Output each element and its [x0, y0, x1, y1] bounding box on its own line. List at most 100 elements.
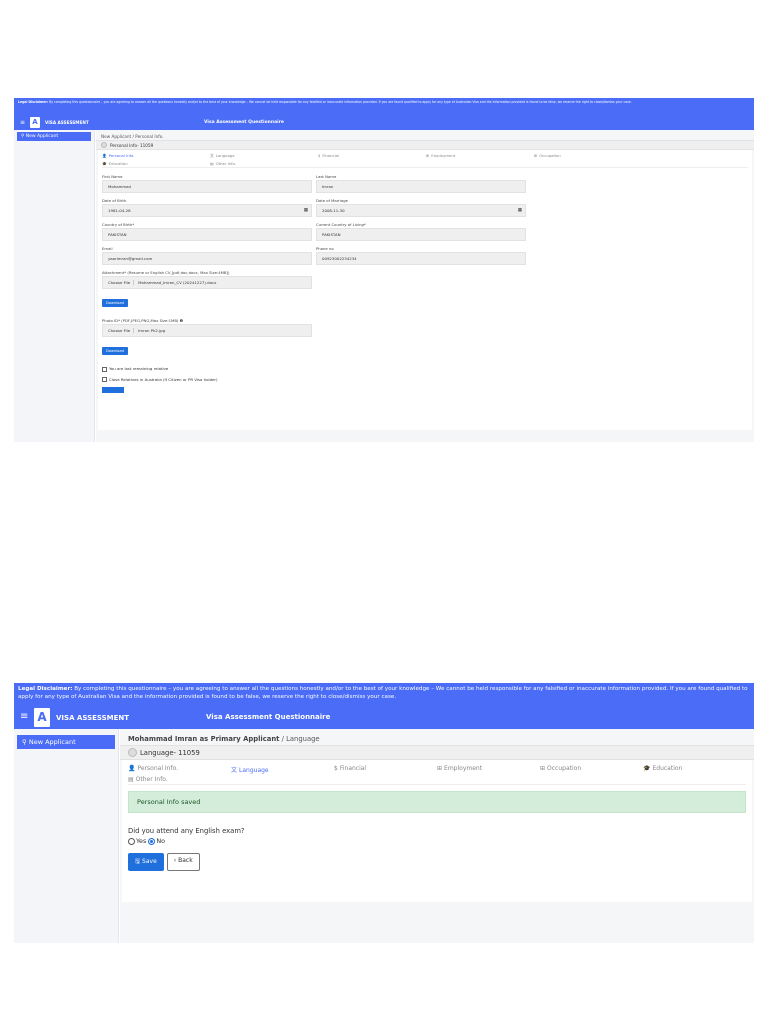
back-label: Back — [178, 857, 193, 864]
tab-education[interactable]: 🎓 Education — [643, 764, 746, 775]
tab-language[interactable]: 文 Language — [210, 152, 318, 160]
tab-other-info[interactable]: ▤ Other Info. — [128, 775, 231, 784]
tab-employment[interactable]: ⊞ Employment — [437, 764, 540, 775]
breadcrumb-root[interactable]: New Applicant — [101, 134, 131, 139]
wizard-tabs: 👤 Personal Info. 文 Language $ Financial ⊞ Emplo… — [102, 152, 748, 168]
personal-info-form: First Name Mohammad Last Name Imran Date of … — [102, 174, 748, 270]
current-country-of-living-input[interactable]: PAKISTAN — [316, 228, 526, 241]
tab-personal-info[interactable]: 👤 Personal Info. — [128, 764, 231, 775]
info-icon[interactable]: ❶ — [180, 318, 183, 323]
menu-icon[interactable]: ≡ — [20, 711, 28, 722]
logo-mark-icon: A — [34, 708, 50, 727]
brand-logo[interactable]: A VISA ASSESSMENT — [34, 708, 129, 727]
attachment-label: Attachment* (Resume or English CV,[pdf,d… — [102, 270, 230, 275]
tab-employment[interactable]: ⊞ Employment — [426, 152, 534, 160]
tab-label: Personal Info. — [137, 765, 179, 772]
screenshot-language: Legal Disclaimer: By completing this que… — [14, 683, 754, 943]
app-title: Visa Assessment Questionnaire — [206, 713, 331, 721]
last-relative-checkbox[interactable]: You are last remaining relative — [102, 366, 748, 372]
english-exam-radio-group: Yes No — [128, 837, 746, 845]
date-of-marriage-label: Date of Marriage — [316, 198, 348, 203]
country-of-birth-label: Country of Birth* — [102, 222, 135, 227]
close-relatives-label: Close Relatives in Australia (If Citizen… — [109, 376, 218, 382]
radio-yes-label[interactable]: Yes — [136, 837, 146, 845]
submit-button-partial[interactable] — [102, 387, 124, 393]
first-name-label: First Name — [102, 174, 123, 179]
tab-financial[interactable]: $ Financial — [318, 152, 426, 160]
tab-label: Financial — [322, 153, 340, 158]
back-button[interactable]: ‹ Back — [166, 853, 200, 871]
tab-label: Language — [215, 153, 235, 158]
tab-financial[interactable]: $ Financial — [334, 764, 437, 775]
calendar-icon[interactable]: ▦ — [518, 205, 522, 216]
attachment-download-button[interactable]: Download — [102, 299, 128, 307]
phone-no-field: Phone no 00923002234234 — [316, 246, 526, 265]
country-of-birth-value: PAKISTAN — [108, 232, 127, 237]
breadcrumb-current: Personal Info. — [135, 134, 164, 139]
date-of-marriage-input[interactable]: 2008-11-30 ▦ — [316, 204, 526, 217]
new-applicant-button[interactable]: ⚲ New Applicant — [17, 132, 91, 141]
last-relative-label: You are last remaining relative — [109, 366, 169, 371]
save-icon: 🖫 — [135, 858, 141, 865]
choose-photo-button[interactable]: Choose File — [105, 328, 135, 333]
translate-icon: 文 — [231, 767, 238, 774]
save-button[interactable]: 🖫 Save — [128, 853, 164, 871]
phone-no-input[interactable]: 00923002234234 — [316, 252, 526, 265]
tab-education[interactable]: 🎓 Education — [102, 160, 210, 167]
tab-label: Employment — [444, 765, 483, 772]
email-input[interactable]: yaarimran@gmail.com — [102, 252, 312, 265]
tab-occupation[interactable]: ⊞ Occupation — [534, 152, 642, 160]
tab-label: Other Info. — [135, 776, 168, 783]
calendar-icon[interactable]: ▦ — [304, 205, 308, 216]
tab-other-info[interactable]: ▤ Other Info. — [210, 160, 318, 167]
user-icon: ⚲ — [21, 134, 25, 139]
new-applicant-label: New Applicant — [25, 134, 59, 139]
phone-no-label: Phone no — [316, 246, 334, 251]
tab-language[interactable]: 文 Language — [231, 764, 334, 775]
tab-personal-info[interactable]: 👤 Personal Info. — [102, 152, 210, 160]
date-of-marriage-value: 2008-11-30 — [322, 208, 345, 213]
form-card: 👤 Personal Info. 文 Language $ Financial ⊞ Emplo… — [98, 150, 752, 430]
wizard-tabs: 👤 Personal Info. 文 Language $ Financial ⊞ Emplo… — [128, 764, 746, 785]
radio-no[interactable] — [148, 837, 156, 845]
date-of-marriage-field: Date of Marriage 2008-11-30 ▦ — [316, 198, 526, 217]
first-name-input[interactable]: Mohammad — [102, 180, 312, 193]
legal-disclaimer: Legal Disclaimer: By completing this que… — [14, 683, 754, 707]
menu-icon[interactable]: ≡ — [20, 119, 25, 126]
photo-label: Photo ID* (PDF,JPEG,PNG,Max Size:1MB) ❶ — [102, 318, 748, 323]
disclaimer-text: By completing this questionnaire – you a… — [18, 686, 748, 700]
close-relatives-checkbox[interactable]: Close Relatives in Australia (If Citizen… — [102, 376, 748, 382]
tab-label: Other Info. — [215, 161, 236, 166]
graduation-cap-icon: 🎓 — [102, 161, 107, 166]
brand-logo[interactable]: A VISA ASSESSMENT — [30, 117, 89, 128]
breadcrumb-current: Language — [286, 735, 320, 743]
sidebar: ⚲ New Applicant — [14, 130, 95, 442]
new-applicant-button[interactable]: ⚲ New Applicant — [17, 735, 115, 749]
success-alert: Personal Info saved — [128, 791, 746, 813]
photo-download-button[interactable]: Download — [102, 347, 128, 355]
date-of-birth-input[interactable]: 1981-04-28 ▦ — [102, 204, 312, 217]
briefcase-icon: ⊞ — [426, 153, 430, 158]
building-icon: ⊞ — [540, 765, 546, 772]
radio-no-label[interactable]: No — [156, 837, 165, 845]
first-name-field: First Name Mohammad — [102, 174, 312, 193]
building-icon: ⊞ — [534, 153, 538, 158]
radio-yes[interactable] — [128, 837, 135, 845]
current-country-of-living-label: Current Country of Living* — [316, 222, 366, 227]
country-of-birth-input[interactable]: PAKISTAN — [102, 228, 312, 241]
money-icon: $ — [318, 153, 321, 158]
checkbox-box[interactable] — [102, 377, 107, 382]
email-value: yaarimran@gmail.com — [108, 256, 153, 261]
tab-label: Financial — [339, 765, 367, 772]
disclaimer-label: Legal Disclaimer: — [18, 686, 73, 692]
tab-label: Personal Info. — [108, 153, 135, 158]
last-name-input[interactable]: Imran — [316, 180, 526, 193]
attachment-file-input[interactable]: Choose File Mohammad_Imran_CV (20241227)… — [102, 276, 312, 289]
tab-occupation[interactable]: ⊞ Occupation — [540, 764, 643, 775]
checkbox-box[interactable] — [102, 366, 107, 372]
list-icon: ▤ — [210, 161, 214, 166]
choose-file-button[interactable]: Choose File — [105, 280, 135, 285]
new-applicant-label: New Applicant — [28, 738, 76, 746]
breadcrumb-root[interactable]: Mohammad Imran as Primary Applicant — [128, 735, 279, 743]
photo-file-input[interactable]: Choose File Imran Pk2.jpg — [102, 324, 312, 337]
